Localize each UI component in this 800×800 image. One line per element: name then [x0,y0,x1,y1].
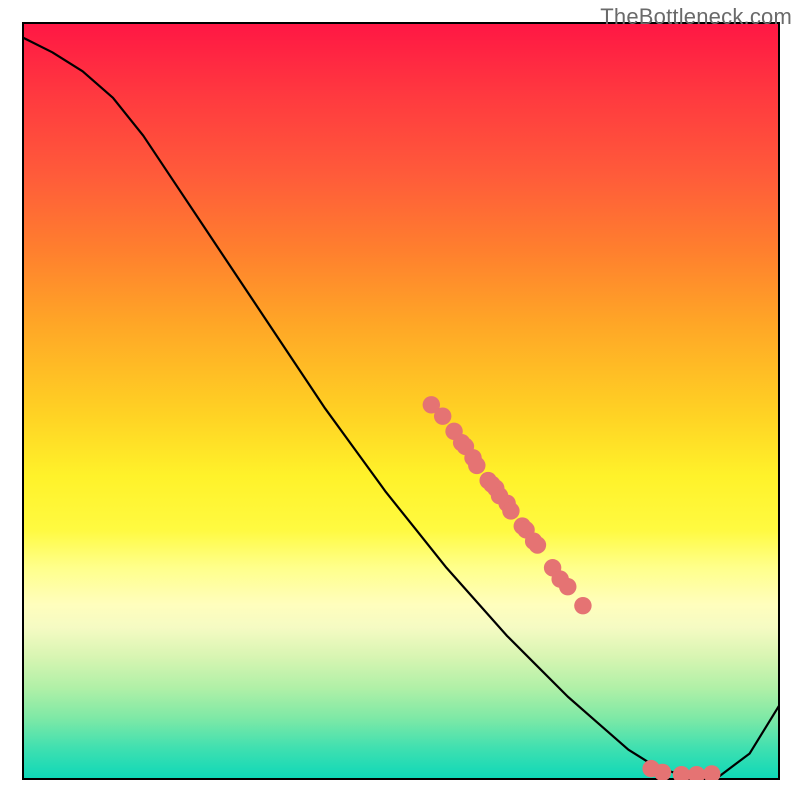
bottleneck-curve [22,37,780,776]
watermark-text: TheBottleneck.com [600,4,792,30]
chart-overlay [22,22,780,780]
chart-container: TheBottleneck.com [0,0,800,800]
marker-points [423,396,721,780]
